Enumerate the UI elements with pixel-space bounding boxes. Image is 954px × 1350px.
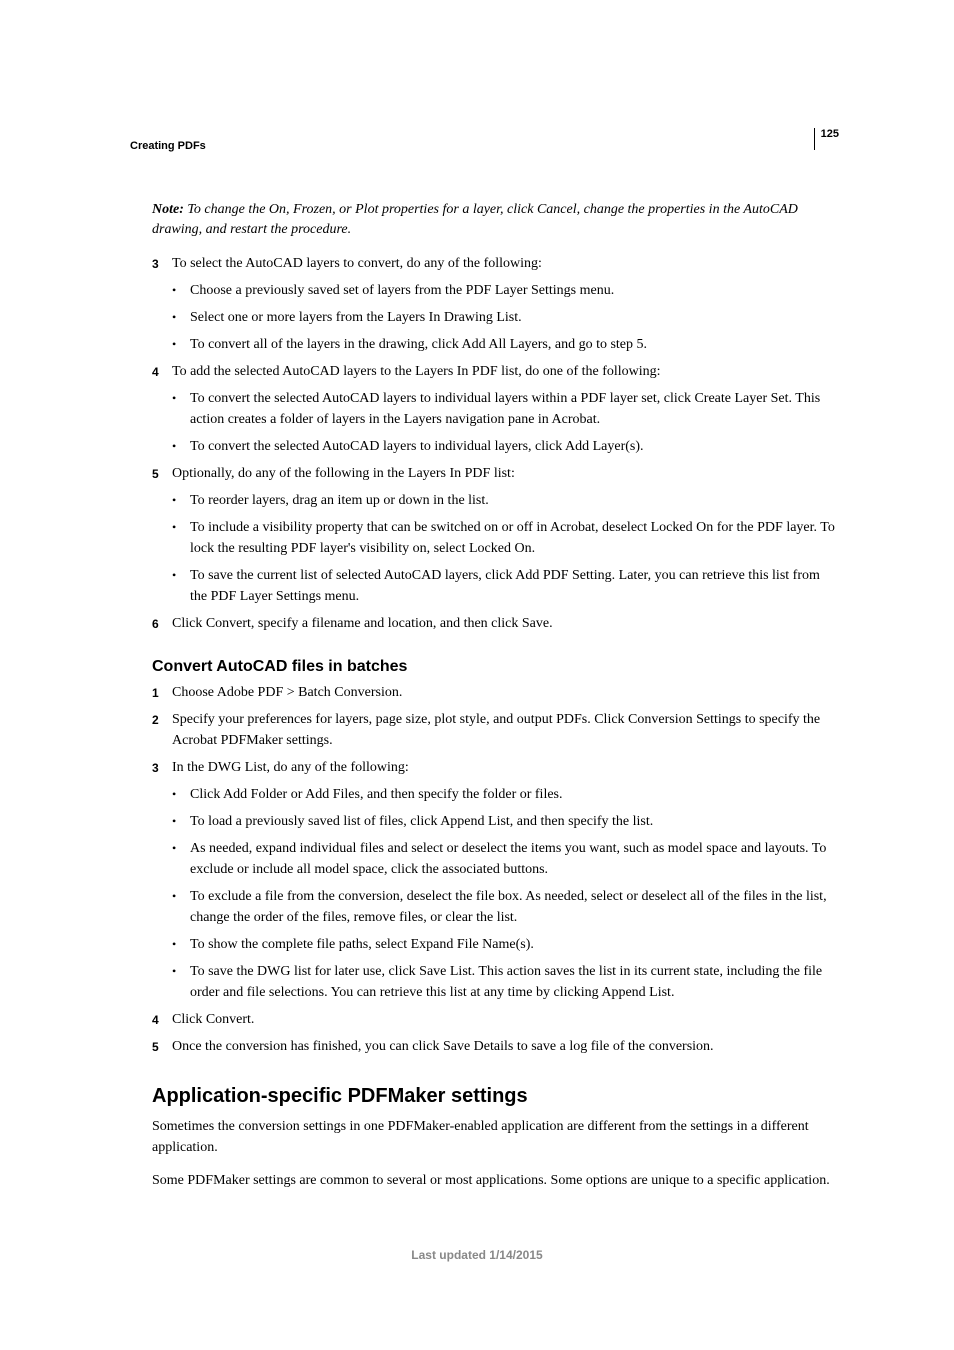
bullet-list-item: •Click Add Folder or Add Files, and then… (172, 784, 839, 805)
step-text: Optionally, do any of the following in t… (172, 463, 839, 484)
bullet-icon: • (172, 934, 190, 955)
bullet-icon: • (172, 388, 190, 430)
step-text: Click Convert. (172, 1009, 839, 1030)
bullet-text: To convert all of the layers in the draw… (190, 334, 839, 355)
bullet-list-item: •Select one or more layers from the Laye… (172, 307, 839, 328)
bullet-text: Click Add Folder or Add Files, and then … (190, 784, 839, 805)
bullet-list: •To reorder layers, drag an item up or d… (152, 490, 839, 607)
step-text: Specify your preferences for layers, pag… (172, 709, 839, 751)
step-number: 4 (152, 1009, 172, 1030)
step-text: To add the selected AutoCAD layers to th… (172, 361, 839, 382)
step-number: 4 (152, 361, 172, 382)
bullet-icon: • (172, 565, 190, 607)
ordered-list-item: 2Specify your preferences for layers, pa… (152, 709, 839, 751)
ordered-list-item: 4Click Convert. (152, 1009, 839, 1030)
step-number: 5 (152, 463, 172, 484)
step-number: 1 (152, 682, 172, 703)
bullet-list-item: •To convert the selected AutoCAD layers … (172, 388, 839, 430)
bullet-icon: • (172, 280, 190, 301)
bullet-icon: • (172, 517, 190, 559)
bullet-list-item: •As needed, expand individual files and … (172, 838, 839, 880)
ordered-list-item: 5Optionally, do any of the following in … (152, 463, 839, 484)
bullet-icon: • (172, 436, 190, 457)
bullet-text: To reorder layers, drag an item up or do… (190, 490, 839, 511)
ordered-list-item: 5Once the conversion has finished, you c… (152, 1036, 839, 1057)
step-number: 3 (152, 757, 172, 778)
footer-last-updated: Last updated 1/14/2015 (0, 1248, 954, 1262)
bullet-list-item: •To save the current list of selected Au… (172, 565, 839, 607)
ordered-list-item: 6Click Convert, specify a filename and l… (152, 613, 839, 634)
bullet-text: As needed, expand individual files and s… (190, 838, 839, 880)
heading-convert-batches: Convert AutoCAD files in batches (152, 658, 839, 676)
bullet-icon: • (172, 811, 190, 832)
bullet-text: Choose a previously saved set of layers … (190, 280, 839, 301)
page-number: 125 (814, 128, 839, 150)
step-text: To select the AutoCAD layers to convert,… (172, 253, 839, 274)
bullet-list-item: •To reorder layers, drag an item up or d… (172, 490, 839, 511)
bullet-list-item: •To load a previously saved list of file… (172, 811, 839, 832)
bullet-list: •To convert the selected AutoCAD layers … (152, 388, 839, 457)
bullet-list-item: •To include a visibility property that c… (172, 517, 839, 559)
bullet-list: •Click Add Folder or Add Files, and then… (152, 784, 839, 1003)
step-text: In the DWG List, do any of the following… (172, 757, 839, 778)
bullet-icon: • (172, 334, 190, 355)
bullet-text: Select one or more layers from the Layer… (190, 307, 839, 328)
step-text: Click Convert, specify a filename and lo… (172, 613, 839, 634)
bullet-list: •Choose a previously saved set of layers… (152, 280, 839, 355)
note-label: Note: (152, 202, 187, 217)
bullet-icon: • (172, 307, 190, 328)
step-number: 6 (152, 613, 172, 634)
bullet-list-item: •To convert the selected AutoCAD layers … (172, 436, 839, 457)
bullet-text: To include a visibility property that ca… (190, 517, 839, 559)
heading-app-specific: Application-specific PDFMaker settings (152, 1085, 839, 1108)
ordered-list-item: 3In the DWG List, do any of the followin… (152, 757, 839, 778)
bullet-icon: • (172, 784, 190, 805)
bullet-text: To save the current list of selected Aut… (190, 565, 839, 607)
bullet-text: To convert the selected AutoCAD layers t… (190, 436, 839, 457)
paragraph: Sometimes the conversion settings in one… (152, 1116, 839, 1158)
bullet-text: To exclude a file from the conversion, d… (190, 886, 839, 928)
bullet-icon: • (172, 490, 190, 511)
bullet-text: To save the DWG list for later use, clic… (190, 961, 839, 1003)
step-text: Once the conversion has finished, you ca… (172, 1036, 839, 1057)
note-block: Note: To change the On, Frozen, or Plot … (152, 200, 839, 239)
bullet-icon: • (172, 961, 190, 1003)
bullet-list-item: •To save the DWG list for later use, cli… (172, 961, 839, 1003)
bullet-text: To convert the selected AutoCAD layers t… (190, 388, 839, 430)
bullet-list-item: •To convert all of the layers in the dra… (172, 334, 839, 355)
bullet-text: To load a previously saved list of files… (190, 811, 839, 832)
bullet-list-item: •To show the complete file paths, select… (172, 934, 839, 955)
header-section-title: Creating PDFs (130, 140, 839, 152)
step-number: 5 (152, 1036, 172, 1057)
paragraph: Some PDFMaker settings are common to sev… (152, 1170, 839, 1191)
step-number: 2 (152, 709, 172, 751)
bullet-icon: • (172, 838, 190, 880)
ordered-list-item: 3To select the AutoCAD layers to convert… (152, 253, 839, 274)
step-text: Choose Adobe PDF > Batch Conversion. (172, 682, 839, 703)
bullet-icon: • (172, 886, 190, 928)
bullet-list-item: •Choose a previously saved set of layers… (172, 280, 839, 301)
note-text: To change the On, Frozen, or Plot proper… (152, 202, 798, 237)
ordered-list-item: 4To add the selected AutoCAD layers to t… (152, 361, 839, 382)
bullet-text: To show the complete file paths, select … (190, 934, 839, 955)
bullet-list-item: •To exclude a file from the conversion, … (172, 886, 839, 928)
ordered-list-item: 1Choose Adobe PDF > Batch Conversion. (152, 682, 839, 703)
step-number: 3 (152, 253, 172, 274)
